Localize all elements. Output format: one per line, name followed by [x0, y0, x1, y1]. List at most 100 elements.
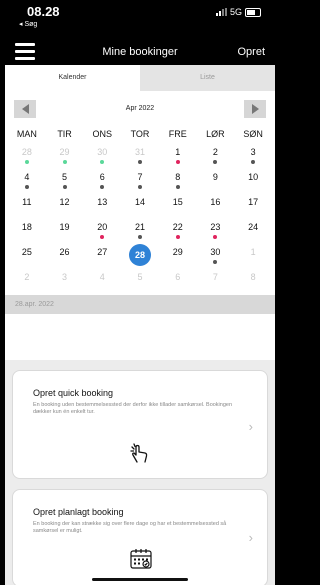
calendar-day[interactable]: 3 [234, 144, 272, 169]
calendar-day[interactable]: 1 [159, 144, 197, 169]
calendar-day[interactable]: 5 [46, 169, 84, 194]
day-number: 7 [137, 172, 143, 182]
calendar-day[interactable]: 27 [83, 244, 121, 269]
day-number: 12 [59, 197, 70, 207]
calendar-day[interactable]: 13 [83, 194, 121, 219]
calendar-day[interactable]: 23 [197, 219, 235, 244]
day-number: 11 [22, 197, 32, 207]
booking-dot-green [100, 160, 105, 164]
tab-calendar[interactable]: Kalender [5, 65, 140, 91]
booking-options: Opret quick booking En booking uden best… [5, 360, 275, 585]
booking-dot-red [213, 235, 218, 239]
calendar-day[interactable]: 24 [234, 219, 272, 244]
day-number: 21 [134, 222, 145, 232]
day-number: 13 [97, 197, 108, 207]
page-title: Mine bookinger [102, 46, 178, 58]
booking-dot-gray [137, 235, 142, 239]
calendar-day[interactable]: 12 [46, 194, 84, 219]
day-number: 6 [99, 172, 105, 182]
day-number: 23 [210, 222, 221, 232]
day-number: 14 [134, 197, 145, 207]
calendar-day[interactable]: 29 [46, 144, 84, 169]
calendar-day[interactable]: 10 [234, 169, 272, 194]
calendar-day[interactable]: 31 [121, 144, 159, 169]
create-button[interactable]: Opret [237, 46, 265, 58]
calendar-day[interactable]: 11 [8, 194, 46, 219]
calendar-day[interactable]: 30 [83, 144, 121, 169]
signal-icon [215, 8, 227, 16]
day-number: 6 [175, 272, 181, 282]
tab-list[interactable]: Liste [140, 65, 275, 91]
day-number: 4 [99, 272, 105, 282]
calendar-day[interactable]: 28 [8, 144, 46, 169]
calendar-day[interactable]: 25 [8, 244, 46, 269]
card-description: En booking uden bestemmelsessted der der… [33, 402, 233, 415]
day-number: 29 [172, 247, 183, 257]
weekday-label: LØR [206, 129, 225, 139]
day-number: 19 [59, 222, 70, 232]
day-number: 25 [21, 247, 32, 257]
next-month-button[interactable] [244, 100, 266, 118]
calendar-day[interactable]: 3 [46, 269, 84, 294]
calendar-day-selected[interactable]: 28 [121, 244, 159, 269]
calendar-day[interactable]: 22 [159, 219, 197, 244]
day-number: 8 [175, 172, 181, 182]
calendar-day[interactable]: 16 [197, 194, 235, 219]
booking-dot-red [175, 235, 180, 239]
battery-icon [245, 7, 261, 17]
calendar-day[interactable]: 1 [234, 244, 272, 269]
calendar-day[interactable]: 18 [8, 219, 46, 244]
calendar-day[interactable]: 6 [83, 169, 121, 194]
calendar-day[interactable]: 6 [159, 269, 197, 294]
calendar-day[interactable]: 4 [8, 169, 46, 194]
calendar-day[interactable]: 2 [197, 144, 235, 169]
calendar-day[interactable]: 20 [83, 219, 121, 244]
weekday-label: MAN [16, 129, 37, 139]
booking-dot-gray [175, 185, 180, 189]
calendar-day[interactable]: 7 [197, 269, 235, 294]
weekday-label: ONS [92, 129, 113, 139]
calendar-day[interactable]: 5 [121, 269, 159, 294]
day-number: 27 [97, 247, 108, 257]
quick-booking-card[interactable]: Opret quick booking En booking uden best… [12, 370, 268, 479]
calendar-day[interactable]: 9 [197, 169, 235, 194]
app-screen: 08.28 ◂ Søg 5G Mine bookinger Opret Kale… [5, 0, 275, 585]
day-number: 2 [24, 272, 30, 282]
day-number: 8 [250, 272, 256, 282]
day-number: 4 [24, 172, 30, 182]
status-time: 08.28 [27, 4, 60, 19]
month-label: Apr 2022 [125, 105, 155, 112]
day-number: 17 [248, 197, 259, 207]
day-number: 28 [21, 147, 32, 157]
calendar-day[interactable]: 26 [46, 244, 84, 269]
calendar-day[interactable]: 7 [121, 169, 159, 194]
calendar-day[interactable]: 30 [197, 244, 235, 269]
card-title: Opret quick booking [33, 388, 114, 398]
weekday-label: TIR [57, 129, 72, 139]
weekday-label: FRE [168, 129, 187, 139]
back-to-search-link[interactable]: ◂ Søg [19, 20, 37, 28]
calendar-day[interactable]: 14 [121, 194, 159, 219]
planned-booking-card[interactable]: Opret planlagt booking En booking der ka… [12, 489, 268, 585]
day-number: 18 [21, 222, 32, 232]
calendar-day[interactable]: 15 [159, 194, 197, 219]
calendar-day[interactable]: 2 [8, 269, 46, 294]
chevron-right-icon [251, 104, 259, 114]
booking-dot-red [100, 235, 105, 239]
calendar-day[interactable]: 8 [234, 269, 272, 294]
calendar-day[interactable]: 19 [46, 219, 84, 244]
booking-dot-gray [137, 160, 142, 164]
day-number: 3 [62, 272, 68, 282]
view-tabs: Kalender Liste [5, 65, 275, 91]
calendar-day[interactable]: 29 [159, 244, 197, 269]
calendar-day[interactable]: 4 [83, 269, 121, 294]
calendar-day[interactable]: 8 [159, 169, 197, 194]
calendar-day[interactable]: 21 [121, 219, 159, 244]
booking-dot-gray [24, 185, 29, 189]
day-number: 30 [210, 247, 221, 257]
calendar-day[interactable]: 17 [234, 194, 272, 219]
booking-dot-gray [213, 260, 218, 264]
day-number: 10 [248, 172, 259, 182]
day-number: 16 [210, 197, 221, 207]
booking-dot-green [62, 160, 67, 164]
